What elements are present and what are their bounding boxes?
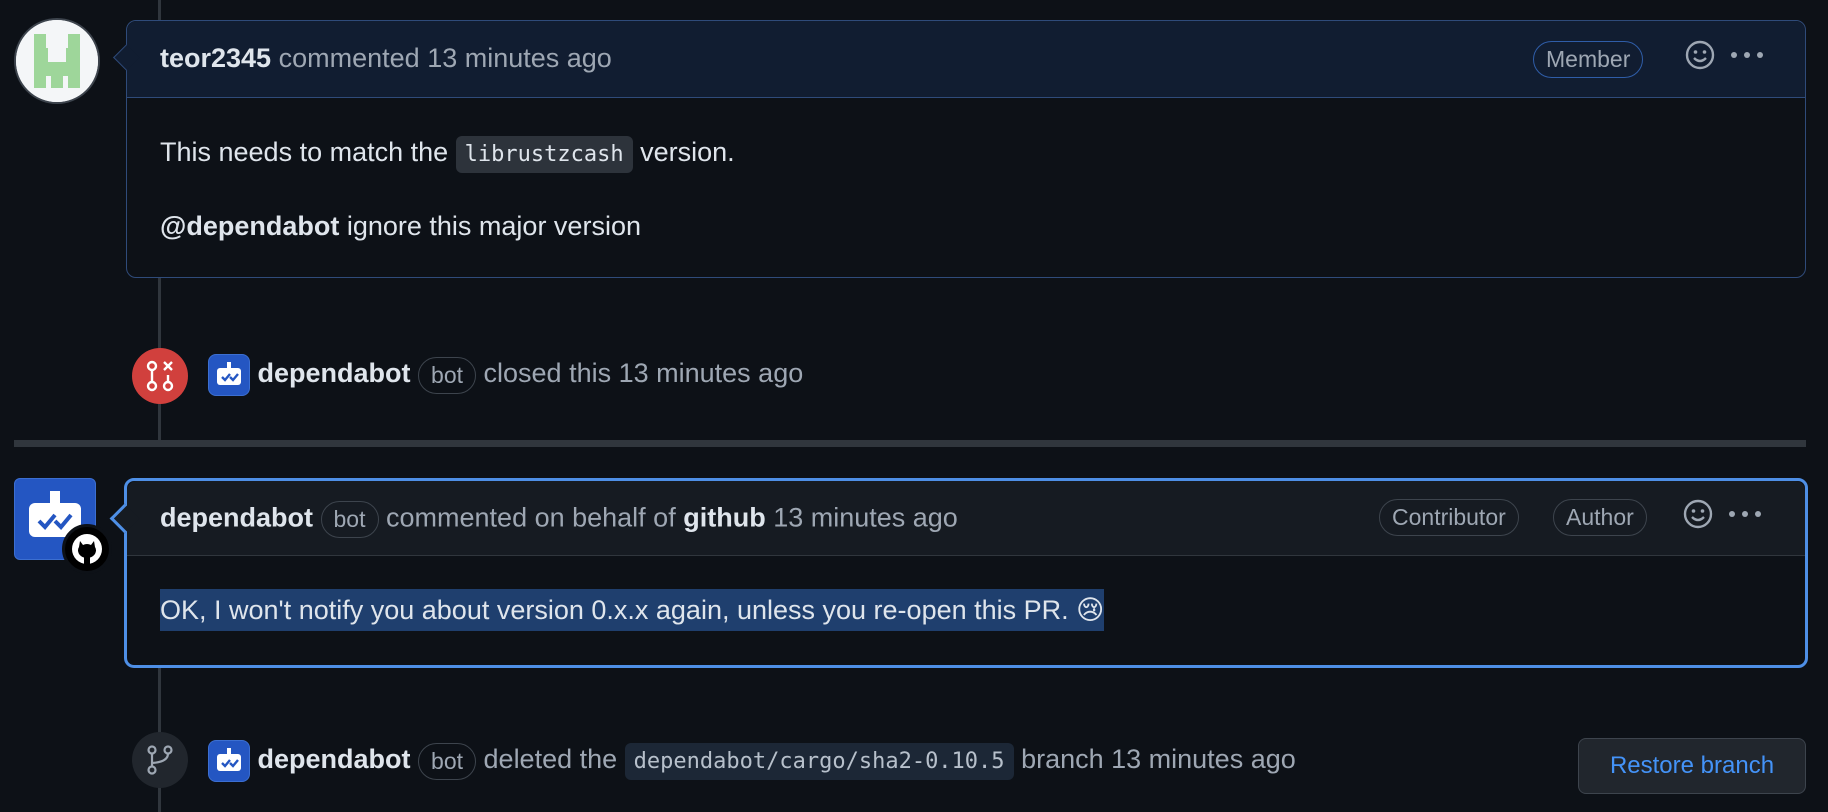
dependabot-avatar-icon[interactable] — [208, 740, 250, 782]
crying-emoji-icon: 😢 — [1076, 589, 1105, 631]
pull-request-closed-icon — [132, 348, 188, 404]
bot-badge: bot — [418, 742, 477, 780]
restore-branch-button[interactable]: Restore branch — [1578, 738, 1806, 794]
add-reaction-icon[interactable] — [1684, 39, 1716, 78]
git-branch-icon — [132, 732, 188, 788]
dependabot-avatar-icon[interactable] — [208, 354, 250, 396]
event-actor[interactable]: dependabot — [258, 744, 411, 774]
comment-header-text: teor2345 commented 13 minutes ago — [160, 43, 612, 74]
kebab-menu-icon[interactable] — [1727, 498, 1763, 537]
body-text: version. — [640, 137, 735, 167]
body-text: ignore this major version — [346, 211, 641, 241]
avatar-teor2345[interactable] — [14, 18, 100, 104]
identicon-icon — [16, 20, 98, 102]
bot-badge: bot — [320, 501, 379, 538]
comment-action: commented on behalf of — [386, 502, 676, 533]
comment-header-text: dependabot bot commented on behalf of gi… — [160, 501, 958, 538]
deleted-event-text: dependabot bot deleted the dependabot/ca… — [208, 740, 1296, 782]
behalf-org[interactable]: github — [683, 503, 765, 533]
comment-body-line-2: @dependabot ignore this major version — [160, 211, 641, 242]
add-reaction-icon[interactable] — [1682, 498, 1714, 537]
branch-name: dependabot/cargo/sha2-0.10.5 — [624, 743, 1014, 781]
comment-author[interactable]: dependabot — [160, 503, 313, 533]
comment-card: teor2345 commented 13 minutes ago Member… — [126, 20, 1806, 278]
timeline-separator — [14, 440, 1806, 447]
comment-body: OK, I won't notify you about version 0.x… — [160, 589, 1105, 631]
github-badge-icon — [62, 524, 112, 574]
comment-time[interactable]: 13 minutes ago — [773, 503, 958, 533]
comment-header: dependabot bot commented on behalf of gi… — [127, 481, 1805, 556]
selected-text: OK, I won't notify you about version 0.x… — [160, 589, 1069, 631]
event-description: branch 13 minutes ago — [1021, 744, 1296, 775]
inline-code: librustzcash — [455, 136, 633, 173]
comment-action: commented — [278, 43, 420, 73]
mention-link[interactable]: @dependabot — [160, 211, 339, 241]
comment-header: teor2345 commented 13 minutes ago Member — [127, 21, 1805, 98]
comment-author[interactable]: teor2345 — [160, 43, 271, 73]
event-description: deleted the — [483, 744, 618, 775]
event-description: closed this 13 minutes ago — [483, 358, 804, 389]
closed-event-text: dependabot bot closed this 13 minutes ag… — [208, 354, 803, 396]
comment-time[interactable]: 13 minutes ago — [427, 43, 612, 73]
body-text: This needs to match the — [160, 137, 449, 167]
comment-body-line-1: This needs to match the librustzcash ver… — [160, 136, 735, 173]
bot-badge: bot — [418, 356, 477, 394]
kebab-menu-icon[interactable] — [1729, 39, 1765, 78]
event-actor[interactable]: dependabot — [258, 358, 411, 388]
comment-card-selected: dependabot bot commented on behalf of gi… — [124, 478, 1808, 668]
contributor-badge: Contributor — [1379, 499, 1519, 536]
author-badge: Author — [1553, 499, 1647, 536]
member-badge: Member — [1533, 41, 1644, 78]
